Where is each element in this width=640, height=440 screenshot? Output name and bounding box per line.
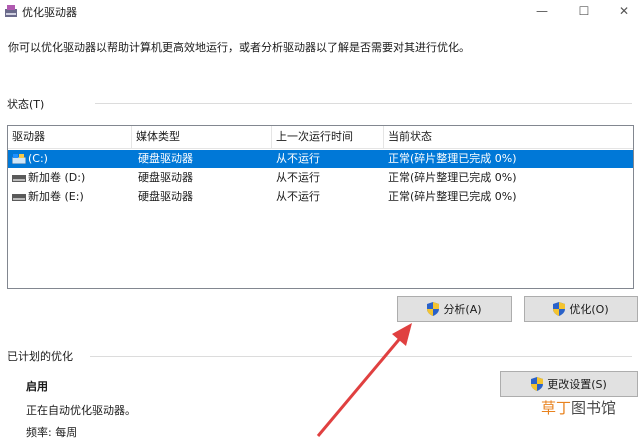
watermark: 草丁图书馆 [541,397,616,418]
watermark-part2: 图书馆 [571,399,617,417]
annotation-arrow-icon [316,323,412,437]
watermark-part1: 草丁 [541,399,572,417]
